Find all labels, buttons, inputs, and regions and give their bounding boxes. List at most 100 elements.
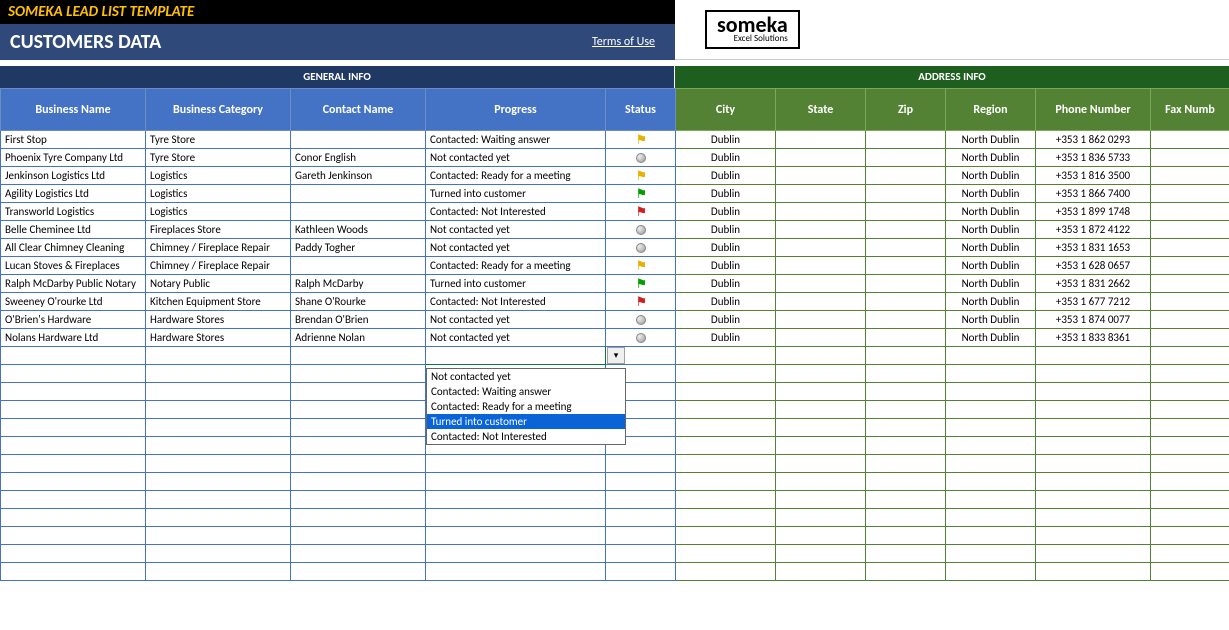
empty-cell[interactable] [776,365,866,383]
empty-cell[interactable] [1036,365,1151,383]
empty-cell[interactable] [146,437,291,455]
cell-biz[interactable]: Jenkinson Logistics Ltd [1,167,146,185]
cell-region[interactable]: North Dublin [946,239,1036,257]
cell-phone[interactable]: +353 1 833 8361 [1036,329,1151,347]
cell-city[interactable]: Dublin [676,275,776,293]
empty-cell[interactable] [1036,473,1151,491]
empty-cell[interactable] [866,347,946,365]
empty-cell[interactable] [146,347,291,365]
empty-cell[interactable] [606,545,676,563]
table-row[interactable]: Phoenix Tyre Company LtdTyre StoreConor … [1,149,1229,167]
cell-city[interactable]: Dublin [676,239,776,257]
cell-fax[interactable] [1151,221,1229,239]
col-region[interactable]: Region [946,89,1036,131]
cell-region[interactable]: North Dublin [946,311,1036,329]
table-row[interactable] [1,545,1229,563]
cell-status[interactable] [606,239,676,257]
empty-cell[interactable] [146,545,291,563]
empty-cell[interactable] [291,491,426,509]
col-progress[interactable]: Progress [426,89,606,131]
cell-cat[interactable]: Tyre Store [146,149,291,167]
empty-cell[interactable] [1036,527,1151,545]
empty-cell[interactable] [1151,473,1229,491]
empty-cell[interactable] [146,527,291,545]
cell-zip[interactable] [866,167,946,185]
empty-cell[interactable] [776,347,866,365]
cell-city[interactable]: Dublin [676,131,776,149]
empty-cell[interactable] [946,365,1036,383]
cell-cat[interactable]: Hardware Stores [146,311,291,329]
cell-zip[interactable] [866,239,946,257]
empty-cell[interactable] [1151,563,1229,581]
empty-cell[interactable] [1036,455,1151,473]
empty-cell[interactable] [1,545,146,563]
empty-cell[interactable] [1,527,146,545]
col-fax[interactable]: Fax Numb [1151,89,1229,131]
empty-cell[interactable] [1,347,146,365]
empty-cell[interactable] [776,563,866,581]
empty-cell[interactable] [946,545,1036,563]
empty-cell[interactable] [426,491,606,509]
cell-progress[interactable]: Contacted: Ready for a meeting [426,257,606,275]
empty-cell[interactable] [1036,563,1151,581]
cell-biz[interactable]: First Stop [1,131,146,149]
empty-cell[interactable] [146,563,291,581]
cell-city[interactable]: Dublin [676,149,776,167]
cell-region[interactable]: North Dublin [946,185,1036,203]
cell-zip[interactable] [866,329,946,347]
empty-cell[interactable] [291,563,426,581]
col-state[interactable]: State [776,89,866,131]
cell-phone[interactable]: +353 1 831 1653 [1036,239,1151,257]
empty-cell[interactable] [1,455,146,473]
cell-city[interactable]: Dublin [676,257,776,275]
empty-cell[interactable] [146,419,291,437]
empty-cell[interactable] [1151,491,1229,509]
cell-state[interactable] [776,311,866,329]
empty-cell[interactable] [1151,365,1229,383]
empty-cell[interactable] [946,473,1036,491]
cell-cat[interactable]: Logistics [146,185,291,203]
cell-state[interactable] [776,131,866,149]
table-row[interactable]: Transworld LogisticsLogisticsContacted: … [1,203,1229,221]
empty-cell[interactable] [291,383,426,401]
table-row[interactable]: Jenkinson Logistics LtdLogisticsGareth J… [1,167,1229,185]
cell-state[interactable] [776,275,866,293]
cell-region[interactable]: North Dublin [946,203,1036,221]
empty-cell[interactable] [676,383,776,401]
cell-state[interactable] [776,293,866,311]
empty-cell[interactable] [676,491,776,509]
empty-cell[interactable] [1151,455,1229,473]
cell-contact[interactable]: Shane O'Rourke [291,293,426,311]
cell-zip[interactable] [866,203,946,221]
cell-fax[interactable] [1151,131,1229,149]
dropdown-option[interactable]: Contacted: Ready for a meeting [427,399,625,414]
cell-region[interactable]: North Dublin [946,293,1036,311]
empty-cell[interactable] [946,401,1036,419]
cell-city[interactable]: Dublin [676,203,776,221]
cell-biz[interactable]: O'Brien's Hardware [1,311,146,329]
empty-cell[interactable] [866,545,946,563]
empty-cell[interactable] [1,437,146,455]
cell-fax[interactable] [1151,329,1229,347]
cell-status[interactable] [606,329,676,347]
cell-state[interactable] [776,257,866,275]
table-row[interactable]: Lucan Stoves & FireplacesChimney / Firep… [1,257,1229,275]
empty-cell[interactable] [866,563,946,581]
cell-biz[interactable]: Sweeney O'rourke Ltd [1,293,146,311]
cell-contact[interactable] [291,203,426,221]
cell-region[interactable]: North Dublin [946,257,1036,275]
empty-cell[interactable] [866,401,946,419]
col-city[interactable]: City [676,89,776,131]
empty-cell[interactable] [1036,347,1151,365]
empty-cell[interactable] [146,383,291,401]
empty-cell[interactable] [1036,401,1151,419]
cell-region[interactable]: North Dublin [946,329,1036,347]
cell-zip[interactable] [866,149,946,167]
empty-cell[interactable] [291,437,426,455]
cell-contact[interactable] [291,185,426,203]
cell-zip[interactable] [866,293,946,311]
empty-cell[interactable]: ▾Not contacted yetContacted: Waiting ans… [426,347,606,365]
empty-cell[interactable] [426,527,606,545]
empty-cell[interactable] [291,347,426,365]
empty-cell[interactable] [676,419,776,437]
